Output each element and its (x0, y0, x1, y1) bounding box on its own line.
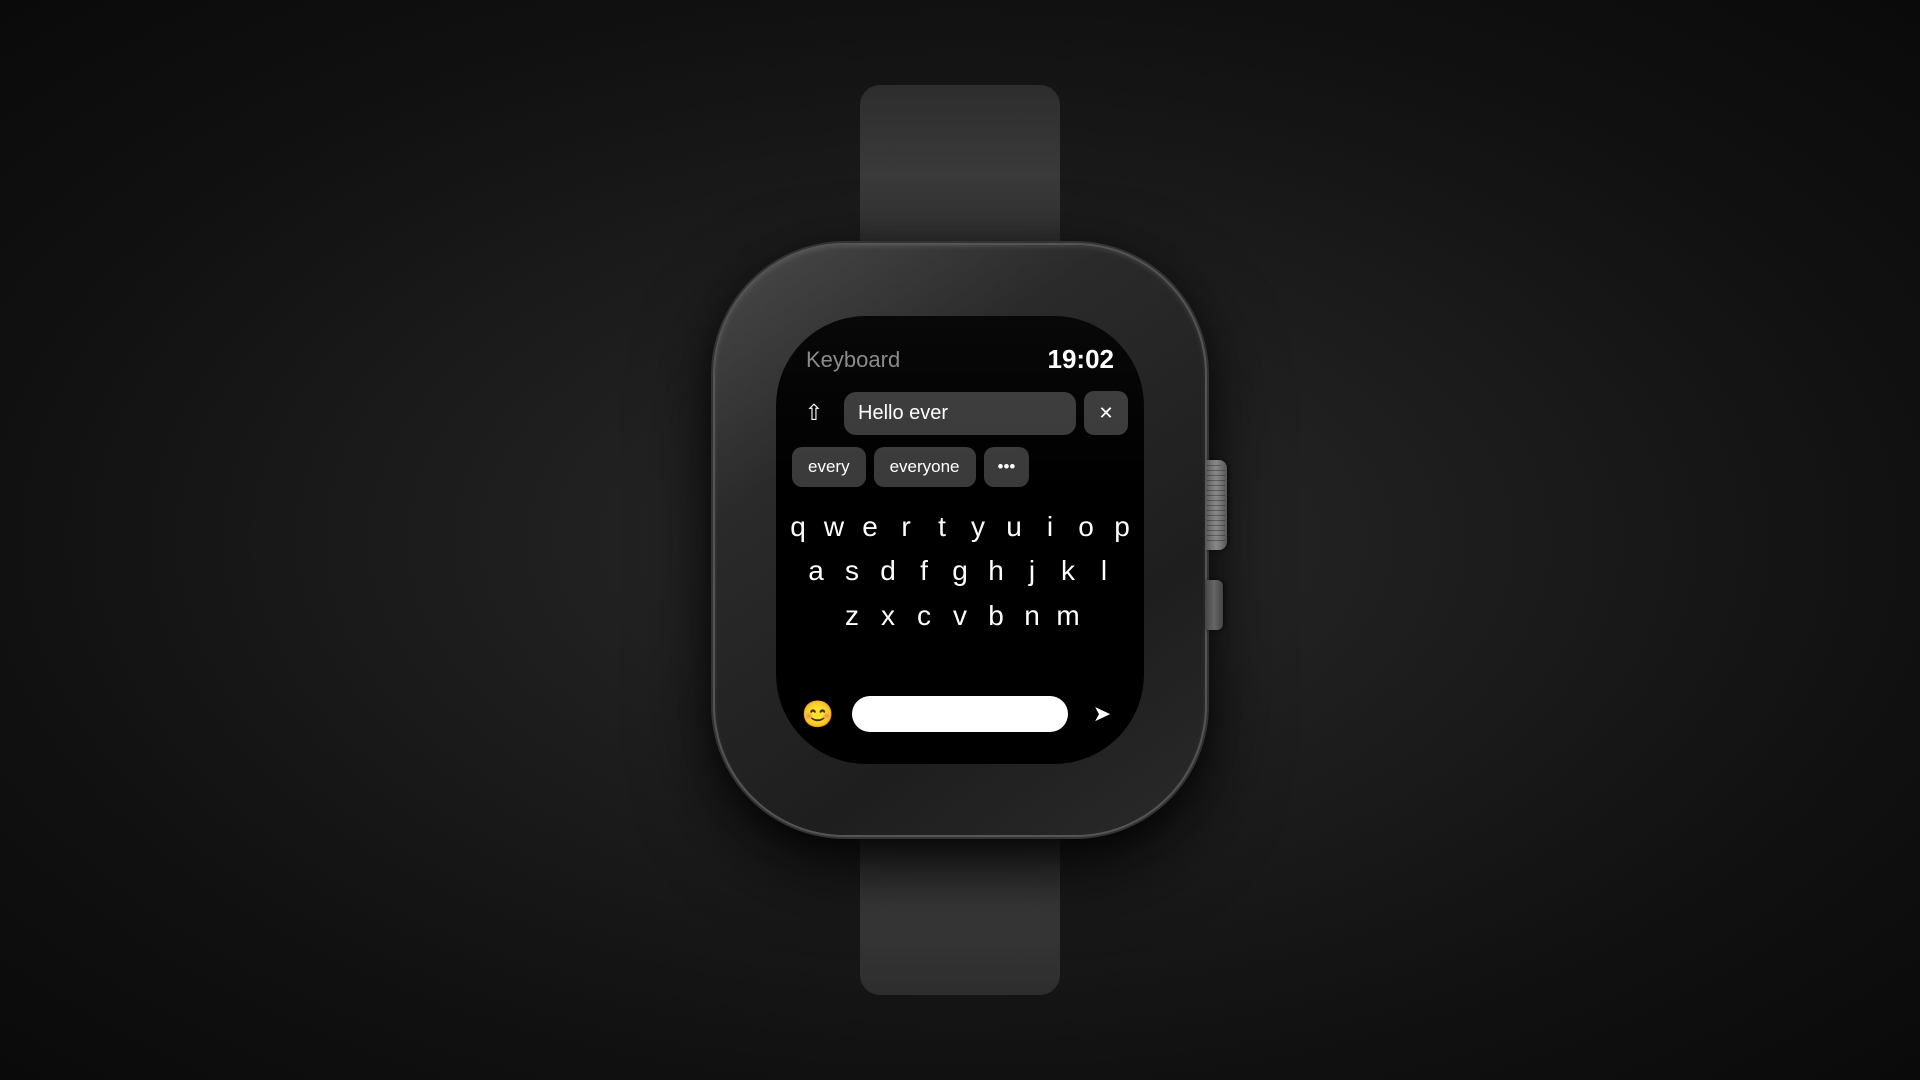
key-r[interactable]: r (888, 509, 924, 545)
key-b[interactable]: b (978, 598, 1014, 634)
key-y[interactable]: y (960, 509, 996, 545)
screen-header: Keyboard 19:02 (776, 316, 1144, 391)
backspace-button[interactable]: ✕ (1084, 391, 1128, 435)
key-d[interactable]: d (870, 553, 906, 589)
key-row-3: z x c v b n m (776, 594, 1144, 638)
key-x[interactable]: x (870, 598, 906, 634)
backspace-icon: ✕ (1098, 403, 1113, 424)
key-t[interactable]: t (924, 509, 960, 545)
watch-outer: Keyboard 19:02 ⇧ Hello ever ✕ (715, 245, 1205, 835)
send-icon: ➤ (1093, 701, 1111, 727)
autocomplete-chip-1[interactable]: every (792, 447, 866, 487)
bottom-row: 😊 ➤ (776, 682, 1144, 764)
send-button[interactable]: ➤ (1080, 692, 1124, 736)
emoji-button[interactable]: 😊 (796, 692, 840, 736)
key-o[interactable]: o (1068, 509, 1104, 545)
key-j[interactable]: j (1014, 553, 1050, 589)
emoji-icon: 😊 (802, 699, 834, 730)
key-l[interactable]: l (1086, 553, 1122, 589)
key-f[interactable]: f (906, 553, 942, 589)
scene: Keyboard 19:02 ⇧ Hello ever ✕ (0, 0, 1920, 1080)
key-u[interactable]: u (996, 509, 1032, 545)
more-icon: ••• (998, 457, 1016, 477)
key-h[interactable]: h (978, 553, 1014, 589)
app-title: Keyboard (806, 347, 900, 373)
digital-crown[interactable] (1205, 460, 1227, 550)
key-g[interactable]: g (942, 553, 978, 589)
key-w[interactable]: w (816, 509, 852, 545)
key-a[interactable]: a (798, 553, 834, 589)
key-q[interactable]: q (780, 509, 816, 545)
shift-icon: ⇧ (805, 400, 823, 426)
screen-content: Keyboard 19:02 ⇧ Hello ever ✕ (776, 316, 1144, 764)
keyboard-area: q w e r t y u i o p (776, 501, 1144, 682)
watch-case: Keyboard 19:02 ⇧ Hello ever ✕ (715, 245, 1205, 835)
key-c[interactable]: c (906, 598, 942, 634)
key-s[interactable]: s (834, 553, 870, 589)
key-z[interactable]: z (834, 598, 870, 634)
band-top (860, 85, 1060, 265)
current-time: 19:02 (1048, 344, 1115, 375)
key-m[interactable]: m (1050, 598, 1086, 634)
watch-screen: Keyboard 19:02 ⇧ Hello ever ✕ (776, 316, 1144, 764)
key-i[interactable]: i (1032, 509, 1068, 545)
key-row-1: q w e r t y u i o p (776, 505, 1144, 549)
more-suggestions-button[interactable]: ••• (984, 447, 1030, 487)
key-p[interactable]: p (1104, 509, 1140, 545)
text-input[interactable]: Hello ever (844, 392, 1076, 435)
space-bar[interactable] (852, 696, 1068, 732)
side-button[interactable] (1205, 580, 1223, 630)
key-k[interactable]: k (1050, 553, 1086, 589)
autocomplete-row: every everyone ••• (776, 447, 1144, 501)
key-v[interactable]: v (942, 598, 978, 634)
band-bottom (860, 815, 1060, 995)
input-row: ⇧ Hello ever ✕ (776, 391, 1144, 447)
key-row-2: a s d f g h j k l (776, 549, 1144, 593)
key-e[interactable]: e (852, 509, 888, 545)
autocomplete-chip-2[interactable]: everyone (874, 447, 976, 487)
key-n[interactable]: n (1014, 598, 1050, 634)
shift-button[interactable]: ⇧ (792, 391, 836, 435)
